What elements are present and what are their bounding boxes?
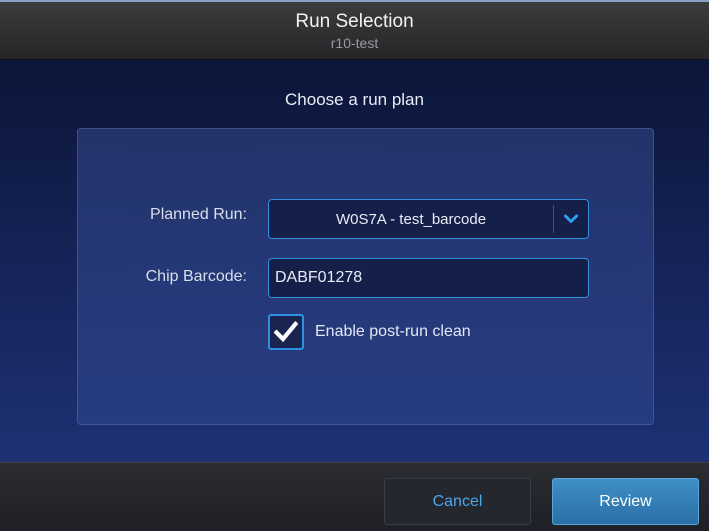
title-bar: Run Selection r10-test [0,2,709,60]
run-plan-prompt: Choose a run plan [285,90,424,109]
post-run-clean-label[interactable]: Enable post-run clean [315,323,471,341]
planned-run-value: W0S7A - test_barcode [335,211,487,228]
checkmark-icon [274,321,298,343]
planned-run-label: Planned Run: [150,206,247,223]
chip-barcode-label: Chip Barcode: [145,268,247,285]
footer-bar: Cancel Review [0,462,709,531]
planned-run-dropdown[interactable]: W0S7A - test_barcode [268,199,589,239]
post-run-clean-checkbox[interactable] [268,314,304,350]
chevron-down-icon[interactable] [554,200,588,238]
chip-barcode-input[interactable] [268,258,589,298]
page-subtitle: r10-test [330,35,379,51]
cancel-button[interactable]: Cancel [384,478,531,525]
main-content: Choose a run plan Planned Run: W0S7A - t… [0,61,709,462]
page-title: Run Selection [295,11,414,32]
review-button[interactable]: Review [552,478,699,525]
